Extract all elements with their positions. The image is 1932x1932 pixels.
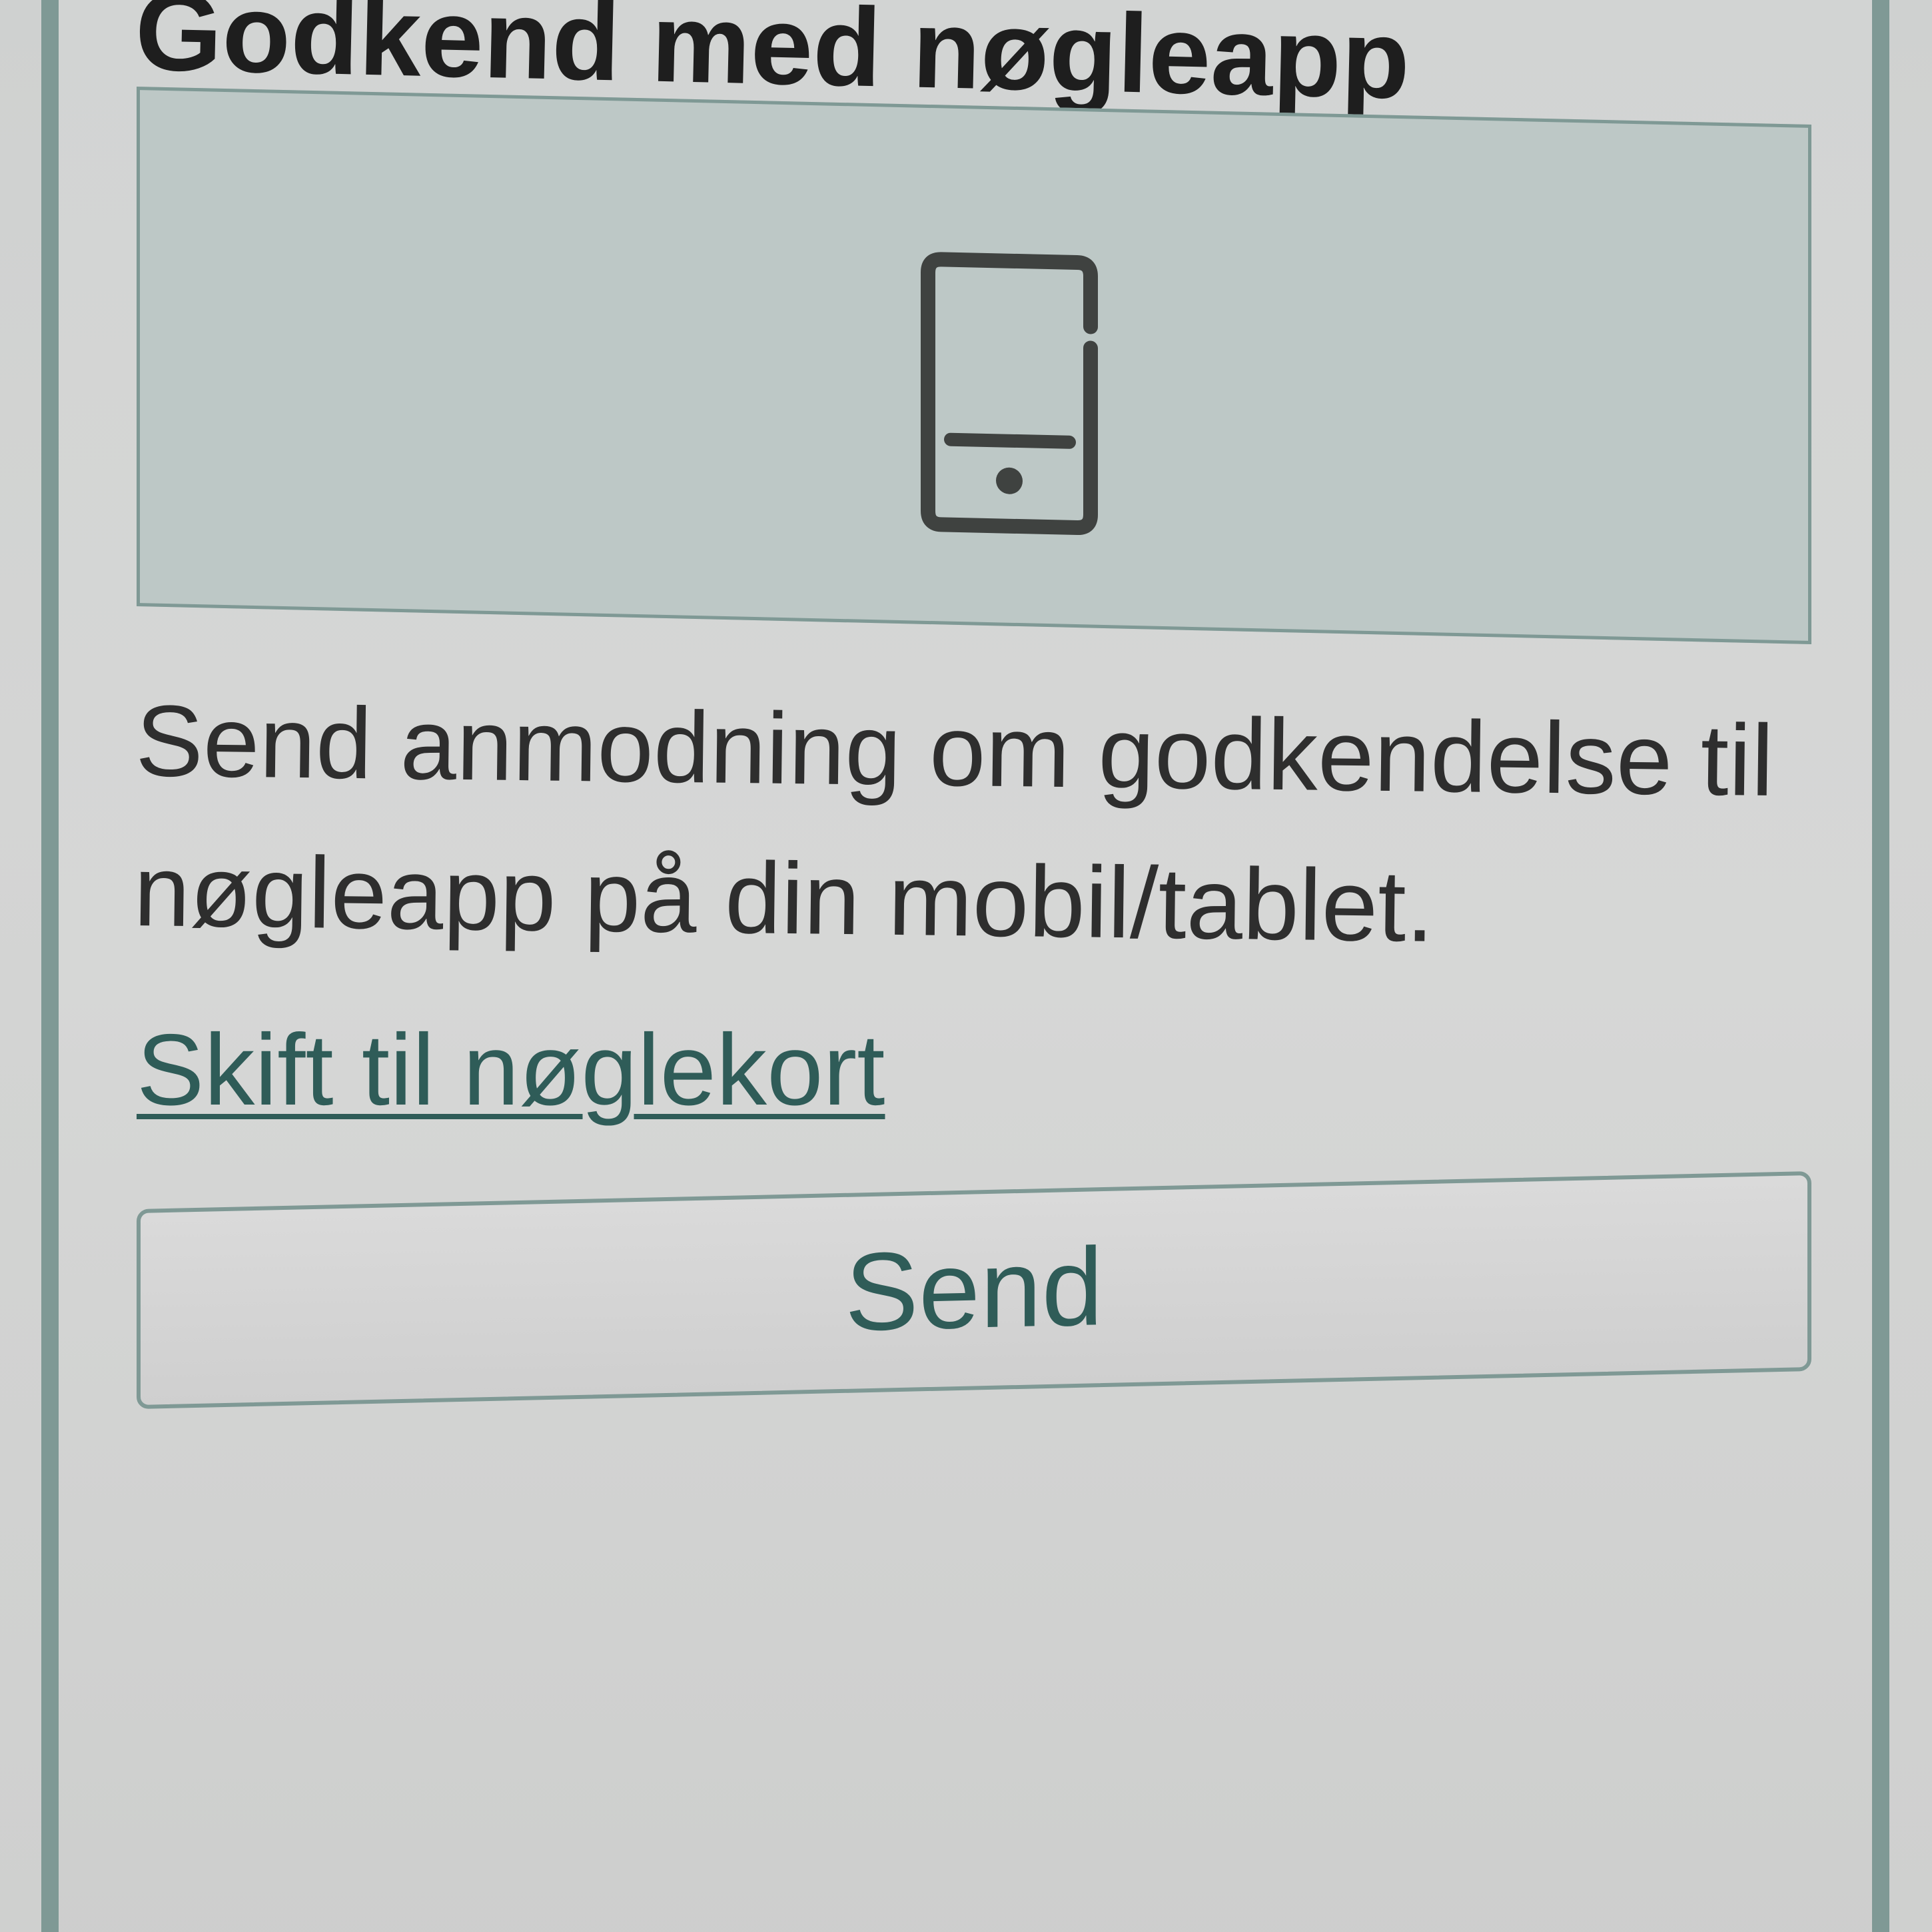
description-text: Send anmodning om godkendelse til nøglea… [133, 684, 1775, 963]
page: Godkend med nøgleapp Send anmodning om g… [0, 0, 1932, 1932]
mobile-tablet-icon [921, 252, 1098, 536]
icon-panel [137, 87, 1811, 645]
switch-to-keycard-link[interactable]: Skift til nøglekort [137, 1019, 885, 1121]
send-button[interactable]: Send [137, 1171, 1811, 1409]
